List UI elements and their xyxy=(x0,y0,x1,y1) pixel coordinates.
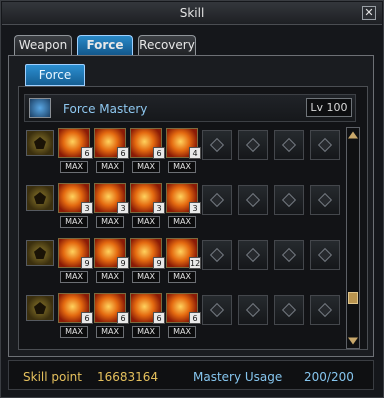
skill-point-value: 16683164 xyxy=(97,370,159,384)
skill-max-label: MAX xyxy=(96,271,124,283)
skill-max-label: MAX xyxy=(132,161,160,173)
status-footer: Skill point 16683164 Mastery Usage 200/2… xyxy=(8,360,374,390)
skill-count: 12 xyxy=(189,257,201,269)
skill-max-label: MAX xyxy=(168,326,196,338)
skill-slot[interactable]: 6 MAX xyxy=(58,128,93,174)
empty-skill-slot[interactable] xyxy=(238,295,268,325)
scroll-down-arrow-icon[interactable] xyxy=(348,337,358,345)
skill-count: 6 xyxy=(117,147,129,159)
skill-slot[interactable]: 12 MAX xyxy=(166,238,201,284)
empty-skill-slot[interactable] xyxy=(202,295,232,325)
tab-weapon[interactable]: Weapon xyxy=(14,35,72,55)
skill-max-label: MAX xyxy=(132,216,160,228)
skill-count: 9 xyxy=(81,257,93,269)
force-mastery-icon xyxy=(29,98,51,118)
empty-skill-slot[interactable] xyxy=(310,130,340,160)
mastery-usage-value: 200/200 xyxy=(304,370,354,384)
skill-count: 6 xyxy=(81,147,93,159)
skill-max-label: MAX xyxy=(168,216,196,228)
skill-count: 6 xyxy=(117,312,129,324)
tab-force[interactable]: Force xyxy=(77,35,133,55)
skill-max-label: MAX xyxy=(96,216,124,228)
skill-count: 3 xyxy=(189,202,201,214)
skill-max-label: MAX xyxy=(60,271,88,283)
skill-max-label: MAX xyxy=(60,326,88,338)
empty-skill-slot[interactable] xyxy=(274,130,304,160)
skill-max-label: MAX xyxy=(168,161,196,173)
skill-slot[interactable]: 9 MAX xyxy=(130,238,165,284)
skill-slot[interactable]: 3 MAX xyxy=(58,183,93,229)
row-icon-3 xyxy=(26,240,54,266)
subtab-force[interactable]: Force xyxy=(25,64,85,86)
skill-count: 6 xyxy=(153,312,165,324)
skill-slot[interactable]: 6 MAX xyxy=(58,293,93,339)
skill-count: 6 xyxy=(189,312,201,324)
skill-count: 6 xyxy=(153,147,165,159)
empty-skill-slot[interactable] xyxy=(274,295,304,325)
empty-skill-slot[interactable] xyxy=(274,185,304,215)
row-icon-2 xyxy=(26,185,54,211)
window-title: Skill xyxy=(179,6,205,20)
empty-skill-slot[interactable] xyxy=(274,240,304,270)
skill-max-label: MAX xyxy=(132,271,160,283)
mastery-bar: Force Mastery Lv 100 xyxy=(24,94,356,122)
skill-count: 3 xyxy=(117,202,129,214)
empty-skill-slot[interactable] xyxy=(238,130,268,160)
skill-count: 3 xyxy=(153,202,165,214)
skill-max-label: MAX xyxy=(168,271,196,283)
skill-count: 3 xyxy=(81,202,93,214)
skill-slot[interactable]: 4 MAX xyxy=(166,128,201,174)
row-icon-1 xyxy=(26,130,54,156)
skill-slot[interactable]: 6 MAX xyxy=(94,293,129,339)
skill-slot[interactable]: 3 MAX xyxy=(130,183,165,229)
row-icon-4 xyxy=(26,295,54,321)
skill-point-label: Skill point xyxy=(23,370,82,384)
skill-count: 9 xyxy=(153,257,165,269)
skill-max-label: MAX xyxy=(60,161,88,173)
scroll-up-arrow-icon[interactable] xyxy=(348,131,358,139)
mastery-usage-label: Mastery Usage xyxy=(193,370,283,384)
empty-skill-slot[interactable] xyxy=(238,185,268,215)
skill-slot[interactable]: 6 MAX xyxy=(166,293,201,339)
scroll-thumb[interactable] xyxy=(348,292,358,304)
empty-skill-slot[interactable] xyxy=(202,130,232,160)
close-button[interactable]: ✕ xyxy=(362,6,376,20)
skill-count: 4 xyxy=(189,147,201,159)
skill-slot[interactable]: 6 MAX xyxy=(130,293,165,339)
skill-max-label: MAX xyxy=(96,326,124,338)
skill-slot[interactable]: 6 MAX xyxy=(130,128,165,174)
skill-slot[interactable]: 9 MAX xyxy=(58,238,93,284)
tab-recovery[interactable]: Recovery xyxy=(138,35,196,55)
skill-max-label: MAX xyxy=(96,161,124,173)
empty-skill-slot[interactable] xyxy=(202,240,232,270)
mastery-label: Force Mastery xyxy=(63,102,148,116)
skill-slot[interactable]: 3 MAX xyxy=(94,183,129,229)
skill-slot[interactable]: 3 MAX xyxy=(166,183,201,229)
empty-skill-slot[interactable] xyxy=(310,295,340,325)
title-bar[interactable]: Skill ✕ xyxy=(2,2,382,25)
skill-count: 9 xyxy=(117,257,129,269)
skill-max-label: MAX xyxy=(60,216,88,228)
skill-slot[interactable]: 9 MAX xyxy=(94,238,129,284)
skill-scrollbar[interactable] xyxy=(346,127,360,349)
empty-skill-slot[interactable] xyxy=(238,240,268,270)
skill-slot[interactable]: 6 MAX xyxy=(94,128,129,174)
empty-skill-slot[interactable] xyxy=(310,240,340,270)
skill-max-label: MAX xyxy=(132,326,160,338)
skill-count: 6 xyxy=(81,312,93,324)
empty-skill-slot[interactable] xyxy=(310,185,340,215)
mastery-level: Lv 100 xyxy=(306,98,352,117)
empty-skill-slot[interactable] xyxy=(202,185,232,215)
